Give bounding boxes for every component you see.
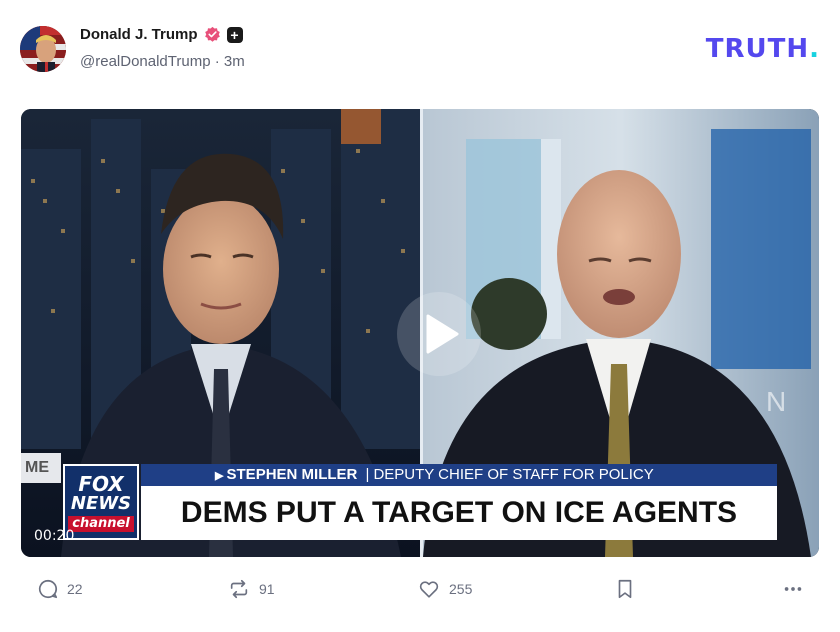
- network-logo-line1: FOX: [78, 472, 124, 496]
- play-marker: ▶: [215, 470, 227, 482]
- post-header: Donald J. Trump + @realDonaldTrump · 3m …: [20, 22, 820, 74]
- retruth-button[interactable]: 91: [227, 578, 275, 600]
- like-icon: [419, 581, 439, 598]
- lower-third: FOX NEWS channel ▶ STEPHEN MILLER | DEPUT…: [63, 464, 777, 540]
- reply-icon: [38, 579, 58, 599]
- retruth-icon: [230, 579, 248, 599]
- post-actions: 22 91 255: [21, 578, 819, 608]
- lower-third-divider: |: [365, 466, 370, 483]
- headline: DEMS PUT A TARGET ON ICE AGENTS: [180, 496, 738, 529]
- ticker-bug: ME: [21, 453, 61, 483]
- author-name[interactable]: Donald J. Trump: [80, 26, 198, 43]
- lower-third-name: STEPHEN MILLER: [226, 466, 358, 483]
- author-row: Donald J. Trump +: [80, 26, 243, 43]
- video-timestamp: 00:20: [34, 528, 75, 544]
- svg-text:N: N: [766, 386, 786, 417]
- truth-logo-dot: .: [809, 34, 820, 64]
- author-handle[interactable]: @realDonaldTrump: [80, 53, 211, 70]
- avatar-image: [20, 26, 66, 72]
- lower-third-title: DEPUTY CHIEF OF STAFF FOR POLICY: [373, 466, 654, 483]
- verified-badge-icon: [204, 26, 220, 42]
- handle-row: @realDonaldTrump · 3m: [80, 53, 245, 70]
- name-bar: ▶ STEPHEN MILLER | DEPUTY CHIEF OF STAFF …: [141, 464, 777, 486]
- network-logo-line3: channel: [68, 516, 134, 532]
- truth-logo[interactable]: TRUTH.: [706, 34, 820, 64]
- like-count: 255: [449, 581, 473, 597]
- truth-logo-text: TRUTH: [705, 34, 810, 64]
- retruth-count: 91: [259, 581, 275, 597]
- avatar[interactable]: [20, 26, 66, 72]
- network-logo: FOX NEWS channel: [63, 464, 139, 540]
- post-time[interactable]: 3m: [224, 53, 245, 70]
- bookmark-icon: [618, 579, 632, 599]
- more-icon: [784, 587, 802, 591]
- bookmark-button[interactable]: [615, 578, 635, 600]
- network-logo-line2: NEWS: [70, 493, 132, 514]
- more-options-button[interactable]: [781, 578, 805, 600]
- reply-button[interactable]: 22: [37, 578, 83, 600]
- like-button[interactable]: 255: [417, 578, 472, 600]
- plus-badge-icon: +: [226, 26, 243, 43]
- headline-bar: DEMS PUT A TARGET ON ICE AGENTS: [141, 486, 777, 540]
- separator-dot: ·: [214, 53, 220, 70]
- video-player[interactable]: N FOX NEWS channel ▶ STEPHEN MILLER | DEP…: [21, 109, 819, 557]
- play-button[interactable]: [397, 292, 481, 376]
- play-icon: [426, 314, 459, 354]
- reply-count: 22: [67, 581, 83, 597]
